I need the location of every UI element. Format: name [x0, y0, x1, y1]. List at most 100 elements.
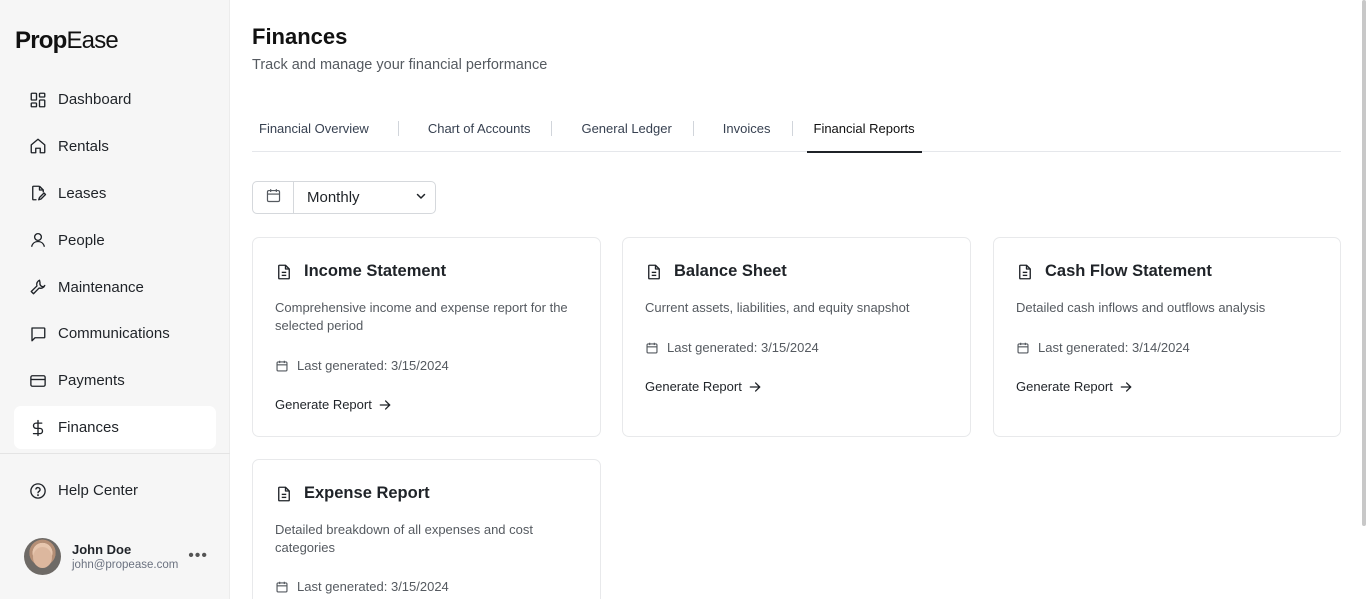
sidebar-item-label: Dashboard: [58, 91, 132, 108]
tab-separator: [551, 120, 553, 136]
calendar-icon: [645, 341, 659, 355]
sidebar-item-rentals[interactable]: Rentals: [14, 125, 216, 168]
sidebar-item-finances[interactable]: Finances: [14, 406, 216, 450]
tab-general-ledger[interactable]: General Ledger: [574, 105, 678, 152]
arrow-right-icon: [1119, 380, 1133, 394]
generate-report-label: Generate Report: [1016, 379, 1113, 394]
card-description: Comprehensive income and expense report …: [275, 300, 568, 333]
tab-separator: [397, 120, 399, 136]
wrench-icon: [29, 278, 47, 296]
document-icon: [275, 263, 293, 281]
card-header: Cash Flow Statement: [1016, 262, 1212, 281]
sidebar-item-people[interactable]: People: [14, 219, 216, 262]
card-title: Cash Flow Statement: [1045, 262, 1212, 280]
dashboard-icon: [29, 91, 47, 109]
card-title: Income Statement: [304, 262, 447, 280]
dollar-icon: [29, 419, 47, 437]
card-last-generated: Last generated: 3/15/2024: [645, 340, 819, 355]
card-last-generated: Last generated: 3/15/2024: [275, 358, 449, 373]
sidebar-item-label: People: [58, 231, 105, 249]
generate-report-button[interactable]: Generate Report: [1016, 379, 1133, 394]
card-description: Current assets, liabilities, and equity …: [645, 300, 910, 315]
sidebar-divider: [0, 453, 230, 454]
document-icon: [1016, 263, 1034, 281]
period-select-value: Monthly: [307, 189, 360, 206]
report-card-income-statement: Income Statement Comprehensive income an…: [252, 237, 601, 437]
sidebar-item-communications[interactable]: Communications: [14, 312, 216, 355]
sidebar-item-label: Payments: [58, 372, 125, 390]
arrow-right-icon: [748, 380, 762, 394]
sidebar-item-help-center[interactable]: Help Center: [14, 469, 216, 512]
last-generated-text: Last generated: 3/14/2024: [1038, 340, 1190, 355]
tab-separator: [692, 120, 694, 136]
card-header: Expense Report: [275, 484, 430, 503]
document-icon: [645, 263, 663, 281]
credit-card-icon: [29, 372, 47, 390]
user-name: John Doe: [72, 541, 132, 557]
report-card-cash-flow-statement: Cash Flow Statement Detailed cash inflow…: [993, 237, 1341, 437]
generate-report-label: Generate Report: [645, 379, 742, 394]
home-icon: [29, 137, 47, 155]
sidebar-item-payments[interactable]: Payments: [14, 359, 216, 402]
sidebar-nav: Dashboard Rentals Leases People Maintena…: [14, 78, 216, 453]
generate-report-button[interactable]: Generate Report: [645, 379, 762, 394]
more-options-icon[interactable]: •••: [188, 547, 208, 565]
arrow-right-icon: [378, 398, 392, 412]
calendar-icon: [1016, 341, 1030, 355]
card-title: Expense Report: [304, 484, 430, 502]
page-title: Finances: [252, 24, 348, 49]
card-last-generated: Last generated: 3/14/2024: [1016, 340, 1190, 355]
document-icon: [275, 485, 293, 503]
main-content: Finances Track and manage your financial…: [252, 0, 1341, 599]
user-icon: [29, 231, 47, 249]
sidebar-item-label: Finances: [58, 419, 119, 437]
tab-invoices[interactable]: Invoices: [716, 105, 778, 152]
card-description: Detailed breakdown of all expenses and c…: [275, 522, 533, 555]
chat-icon: [29, 325, 47, 343]
sidebar-item-label: Rentals: [58, 137, 109, 155]
user-email: john@propease.com: [72, 558, 179, 571]
last-generated-text: Last generated: 3/15/2024: [297, 579, 449, 594]
last-generated-text: Last generated: 3/15/2024: [297, 358, 449, 373]
calendar-icon: [265, 187, 282, 209]
sidebar-item-maintenance[interactable]: Maintenance: [14, 266, 216, 309]
page-subtitle: Track and manage your financial performa…: [252, 57, 548, 73]
help-section: Help Center: [14, 469, 216, 516]
user-info: John Doe john@propease.com: [72, 542, 178, 571]
sidebar-item-label: Maintenance: [58, 278, 144, 296]
generate-report-label: Generate Report: [275, 397, 372, 412]
sidebar-item-label: Communications: [58, 325, 170, 343]
tab-chart-of-accounts[interactable]: Chart of Accounts: [421, 105, 538, 152]
card-header: Income Statement: [275, 262, 446, 281]
generate-report-button[interactable]: Generate Report: [275, 397, 392, 412]
tab-financial-reports[interactable]: Financial Reports: [806, 105, 922, 153]
sidebar-item-leases[interactable]: Leases: [14, 172, 216, 215]
period-selector[interactable]: Monthly: [252, 181, 436, 214]
calendar-button[interactable]: [253, 182, 294, 213]
tab-financial-overview[interactable]: Financial Overview: [252, 105, 376, 152]
last-generated-text: Last generated: 3/15/2024: [667, 340, 819, 355]
card-title: Balance Sheet: [674, 262, 787, 280]
calendar-icon: [275, 359, 289, 373]
finance-tabs: Financial Overview Chart of Accounts Gen…: [252, 105, 1341, 153]
sidebar-item-dashboard[interactable]: Dashboard: [14, 78, 216, 121]
report-card-expense-report: Expense Report Detailed breakdown of all…: [252, 459, 601, 599]
card-description: Detailed cash inflows and outflows analy…: [1016, 300, 1266, 315]
user-profile[interactable]: John Doe john@propease.com •••: [24, 537, 216, 575]
card-header: Balance Sheet: [645, 262, 787, 281]
help-circle-icon: [29, 482, 47, 500]
brand-logo[interactable]: PropEase: [15, 27, 119, 55]
report-card-balance-sheet: Balance Sheet Current assets, liabilitie…: [622, 237, 971, 437]
sidebar: PropEase Dashboard Rentals Leases People: [0, 0, 230, 599]
file-edit-icon: [29, 184, 47, 202]
period-select[interactable]: Monthly: [294, 182, 435, 213]
sidebar-item-label: Leases: [58, 184, 107, 202]
chevron-down-icon: [415, 189, 427, 206]
avatar: [24, 537, 61, 575]
card-last-generated: Last generated: 3/15/2024: [275, 579, 449, 594]
brand-logo-bold: Prop: [15, 27, 67, 54]
calendar-icon: [275, 580, 289, 594]
sidebar-item-label: Help Center: [58, 482, 139, 499]
page-scrollbar[interactable]: [1362, 0, 1366, 526]
brand-logo-light: Ease: [66, 27, 118, 54]
